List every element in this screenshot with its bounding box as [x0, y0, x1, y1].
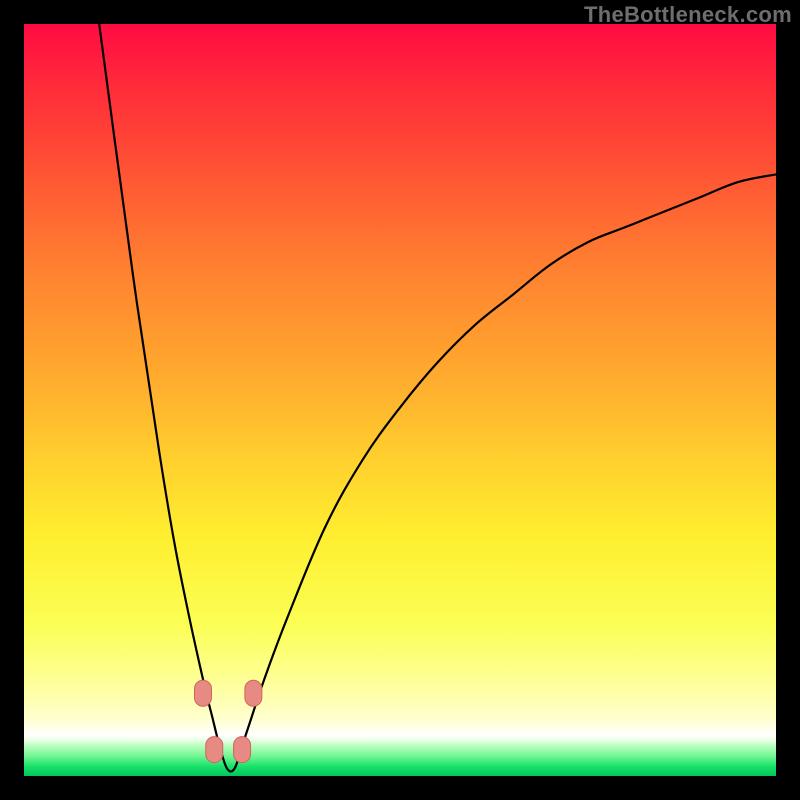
curve-marker-0: [194, 680, 211, 706]
curve-marker-3: [234, 737, 251, 763]
chart-frame: [24, 24, 776, 776]
curve-marker-2: [206, 737, 223, 763]
bottleneck-curve-svg: [24, 24, 776, 776]
bottleneck-curve-path: [99, 24, 776, 772]
marker-group: [194, 680, 261, 762]
plot-area: [24, 24, 776, 776]
curve-marker-1: [245, 680, 262, 706]
